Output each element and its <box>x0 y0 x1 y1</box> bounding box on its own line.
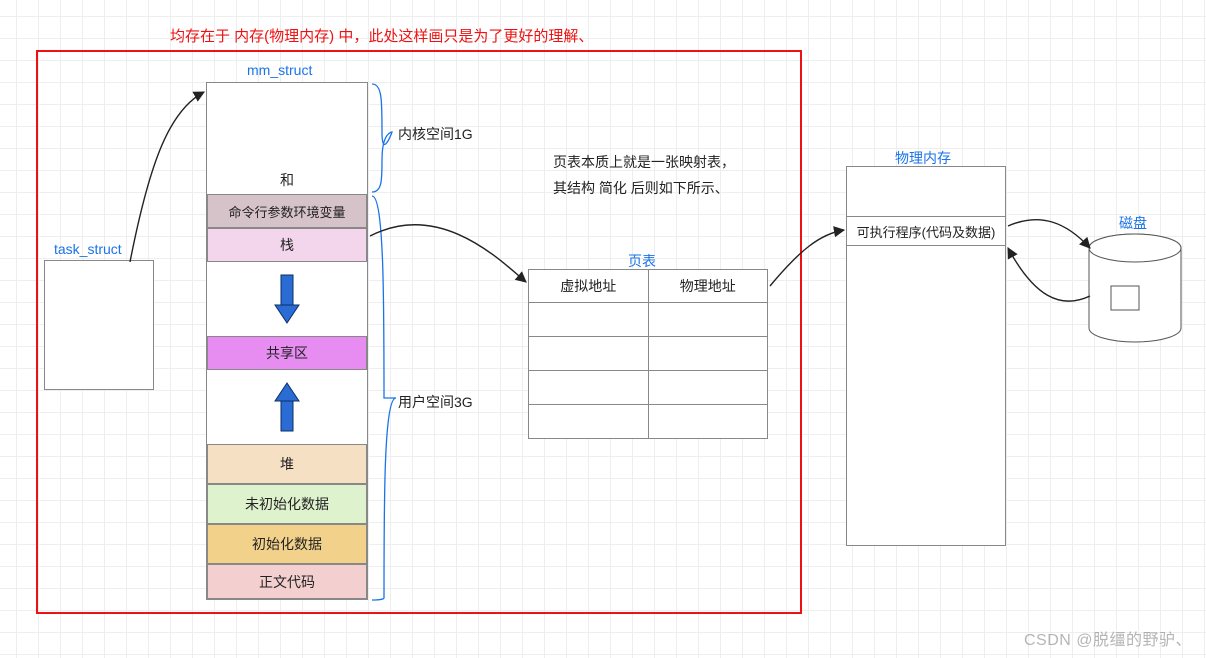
arrow-up-icon <box>267 379 307 435</box>
seg-stack: 栈 <box>207 228 367 262</box>
page-table-col-physical: 物理地址 <box>649 269 769 303</box>
page-table-col-virtual: 虚拟地址 <box>528 269 649 303</box>
page-table-desc2: 其结构 简化 后则如下所示、 <box>553 178 729 198</box>
user-space-label: 用户空间3G <box>398 392 473 412</box>
page-table-cell <box>649 337 769 371</box>
page-table-cell <box>649 371 769 405</box>
page-table: 虚拟地址 物理地址 <box>528 269 768 439</box>
mm-struct-title: mm_struct <box>247 62 312 78</box>
arrow-down-icon <box>267 271 307 327</box>
page-table-cell <box>528 303 649 337</box>
top-annotation: 均存在于 内存(物理内存) 中，此处这样画只是为了更好的理解、 <box>170 25 593 46</box>
phys-mem-title: 物理内存 <box>895 148 951 168</box>
phys-mem-exe: 可执行程序(代码及数据) <box>847 216 1005 246</box>
page-table-cell <box>528 371 649 405</box>
page-table-desc1: 页表本质上就是一张映射表， <box>553 152 735 172</box>
seg-text: 正文代码 <box>207 564 367 599</box>
kernel-space-label: 内核空间1G <box>398 124 473 144</box>
seg-bss: 未初始化数据 <box>207 484 367 524</box>
seg-data: 初始化数据 <box>207 524 367 564</box>
seg-heap: 堆 <box>207 444 367 484</box>
disk-title: 磁盘 <box>1119 213 1147 233</box>
arrow-up-gap <box>207 370 367 444</box>
page-table-cell <box>649 303 769 337</box>
disk-icon <box>1085 232 1185 352</box>
page-table-cell <box>528 405 649 439</box>
page-table-cell <box>528 337 649 371</box>
watermark: CSDN @脱缰的野驴、 <box>1024 626 1192 650</box>
page-table-cell <box>649 405 769 439</box>
page-table-title: 页表 <box>628 251 656 271</box>
mm-sep-label: 和 <box>207 170 367 190</box>
task-struct-box <box>44 260 154 390</box>
seg-shared: 共享区 <box>207 336 367 370</box>
arrow-down-gap <box>207 262 367 336</box>
task-struct-title: task_struct <box>54 241 122 257</box>
seg-cmdline-env: 命令行参数环境变量 <box>207 194 367 228</box>
